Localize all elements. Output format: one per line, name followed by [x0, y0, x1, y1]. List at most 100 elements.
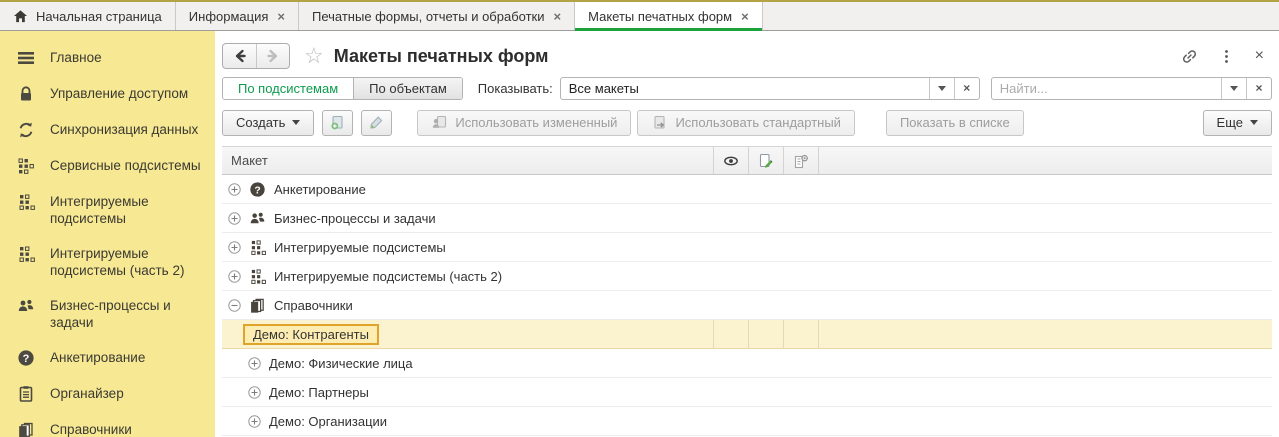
forward-arrow-icon	[265, 48, 281, 64]
column-visibility[interactable]	[713, 147, 748, 174]
combobox-clear-icon[interactable]: ×	[954, 78, 979, 99]
by-subsystems-button[interactable]: По подсистемам	[223, 78, 353, 99]
table-row[interactable]: Демо: Партнеры	[222, 378, 1272, 407]
people-icon	[17, 297, 35, 315]
more-caret-icon	[1250, 120, 1258, 125]
edit-button[interactable]	[361, 110, 392, 136]
close-form-icon[interactable]: ×	[1255, 48, 1264, 64]
cell-separator	[783, 320, 784, 348]
sidebar-item[interactable]: Синхронизация данных	[0, 112, 215, 148]
tab-close-icon[interactable]: ×	[554, 9, 562, 24]
tab[interactable]: Печатные формы, отчеты и обработки×	[299, 2, 575, 30]
sidebar-item-label: Анкетирование	[50, 349, 145, 366]
view-mode-switch: По подсистемам По объектам	[222, 77, 463, 100]
create-button[interactable]: Создать	[222, 110, 314, 136]
templates-table: Макет ?АнкетированиеБизнес-процессы и за…	[222, 146, 1272, 436]
row-label: Интегрируемые подсистемы	[274, 240, 446, 255]
app-body: Главное Управление доступом Синхронизация …	[0, 31, 1279, 437]
tab[interactable]: Начальная страница	[0, 2, 176, 30]
more-kebab-icon[interactable]	[1218, 48, 1235, 65]
use-modified-button[interactable]: Использовать измененный	[417, 110, 631, 136]
combobox-dropdown-icon[interactable]	[929, 78, 954, 99]
favorite-star-icon[interactable]: ☆	[304, 45, 324, 67]
tab[interactable]: Макеты печатных форм×	[575, 2, 763, 30]
expand-icon[interactable]	[228, 212, 241, 225]
table-row[interactable]: Демо: Контрагенты	[222, 320, 1272, 349]
expand-icon[interactable]	[248, 386, 261, 399]
expand-icon[interactable]	[228, 270, 241, 283]
column-org-settings[interactable]	[783, 147, 818, 174]
create-caret-icon	[292, 120, 300, 125]
svg-text:?: ?	[254, 185, 260, 196]
show-combobox[interactable]: Все макеты ×	[560, 77, 980, 100]
column-modified[interactable]	[748, 147, 783, 174]
show-in-list-button[interactable]: Показать в списке	[886, 110, 1024, 136]
row-label: Интегрируемые подсистемы (часть 2)	[274, 269, 502, 284]
grid-icon	[17, 245, 35, 263]
table-row[interactable]: Справочники	[222, 291, 1272, 320]
sidebar-item[interactable]: Сервисные подсистемы	[0, 148, 215, 184]
table-row[interactable]: Интегрируемые подсистемы (часть 2)	[222, 262, 1272, 291]
expand-icon[interactable]	[228, 241, 241, 254]
forward-button[interactable]	[256, 44, 289, 68]
grid-icon	[249, 239, 266, 256]
use-standard-button[interactable]: Использовать стандартный	[637, 110, 855, 136]
expand-icon[interactable]	[248, 415, 261, 428]
table-row[interactable]: Интегрируемые подсистемы	[222, 233, 1272, 262]
sidebar-item[interactable]: Главное	[0, 40, 215, 76]
copy-button[interactable]	[322, 110, 353, 136]
back-arrow-icon	[232, 48, 248, 64]
grid-icon	[17, 193, 35, 211]
edit-doc-icon	[758, 153, 774, 169]
tab-close-icon[interactable]: ×	[277, 9, 285, 24]
get-link-icon[interactable]	[1181, 48, 1198, 65]
sidebar-item[interactable]: Органайзер	[0, 376, 215, 412]
cell-separator	[713, 320, 714, 348]
grid-icon	[249, 268, 266, 285]
sidebar-item-label: Главное	[50, 49, 102, 66]
sync-icon	[17, 121, 35, 139]
column-header-maket[interactable]: Макет	[222, 147, 713, 174]
org-gear-icon	[793, 153, 809, 169]
more-button[interactable]: Еще	[1203, 110, 1272, 136]
clipboard-icon	[17, 385, 35, 403]
collapse-icon[interactable]	[228, 299, 241, 312]
sidebar-item[interactable]: Управление доступом	[0, 76, 215, 112]
sidebar-item-label: Интегрируемые подсистемы (часть 2)	[50, 245, 209, 279]
expand-icon[interactable]	[228, 183, 241, 196]
column-filler	[818, 147, 1272, 174]
search-placeholder: Найти...	[992, 78, 1221, 99]
expand-icon[interactable]	[248, 357, 261, 370]
filter-row: По подсистемам По объектам Показывать: В…	[222, 76, 1272, 100]
sidebar-item[interactable]: ? Анкетирование	[0, 340, 215, 376]
window-controls: ×	[1181, 48, 1272, 65]
table-row[interactable]: Демо: Организации	[222, 407, 1272, 436]
sidebar-item-label: Интегрируемые подсистемы	[50, 193, 209, 227]
menu-icon	[17, 49, 35, 67]
search-clear-icon[interactable]: ×	[1246, 78, 1271, 99]
table-row[interactable]: Демо: Физические лица	[222, 349, 1272, 378]
tab-bar: Начальная страницаИнформация×Печатные фо…	[0, 0, 1279, 31]
table-row[interactable]: Бизнес-процессы и задачи	[222, 204, 1272, 233]
question-icon: ?	[17, 349, 35, 367]
tab[interactable]: Информация×	[176, 2, 299, 30]
sidebar-item-label: Бизнес-процессы и задачи	[50, 297, 209, 331]
row-label: Демо: Физические лица	[269, 356, 413, 371]
show-combobox-value: Все макеты	[561, 78, 929, 99]
back-button[interactable]	[223, 44, 256, 68]
sidebar-item-label: Справочники	[50, 421, 132, 437]
search-dropdown-icon[interactable]	[1221, 78, 1246, 99]
books-icon	[17, 421, 35, 437]
sidebar-item[interactable]: Бизнес-процессы и задачи	[0, 288, 215, 340]
sidebar-item[interactable]: Интегрируемые подсистемы	[0, 184, 215, 236]
tab-close-icon[interactable]: ×	[741, 9, 749, 24]
search-input[interactable]: Найти... ×	[991, 77, 1272, 100]
by-objects-button[interactable]: По объектам	[353, 78, 462, 99]
nav-button-group	[222, 43, 290, 69]
sidebar-item[interactable]: Интегрируемые подсистемы (часть 2)	[0, 236, 215, 288]
sidebar-item[interactable]: Справочники	[0, 412, 215, 437]
table-row[interactable]: ?Анкетирование	[222, 175, 1272, 204]
svg-text:?: ?	[23, 353, 30, 365]
sidebar-item-label: Синхронизация данных	[50, 121, 198, 138]
cell-separator	[748, 320, 749, 348]
